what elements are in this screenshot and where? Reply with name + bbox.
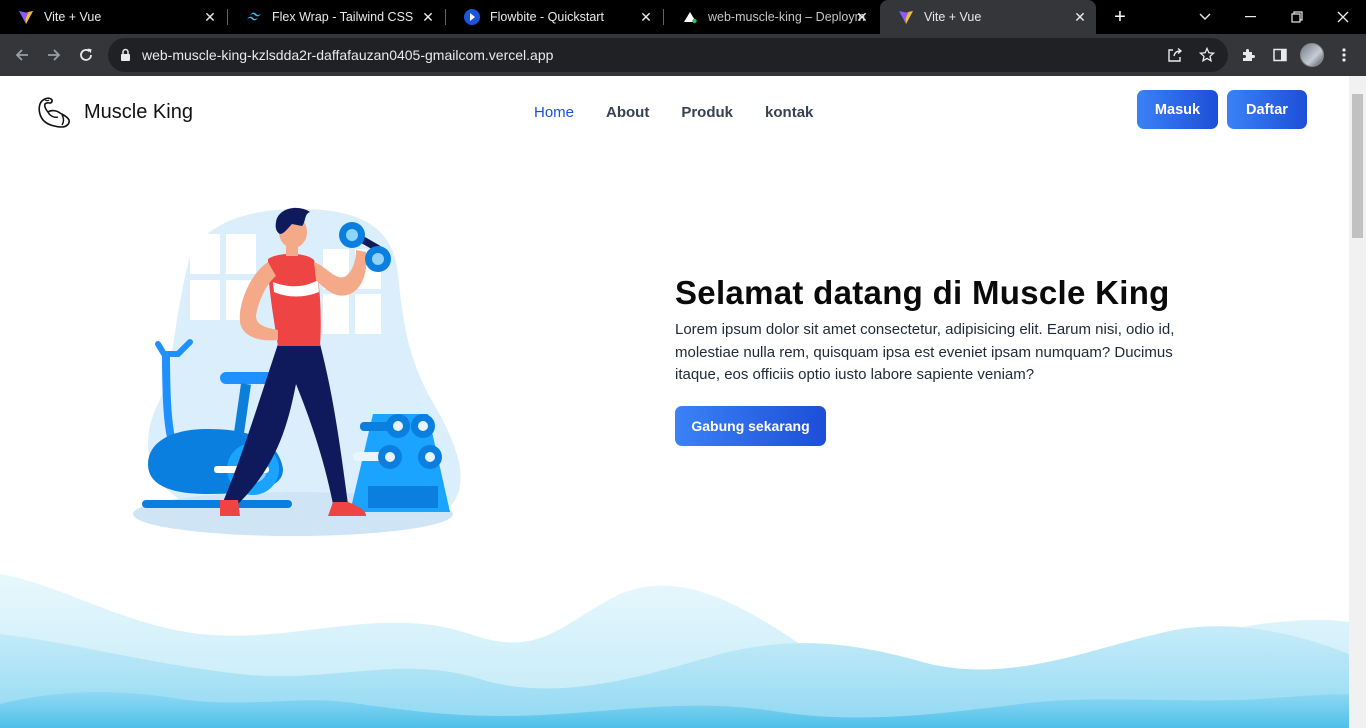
hero-title: Selamat datang di Muscle King [675,274,1170,311]
wave-decoration [0,574,1349,728]
close-tab-icon[interactable]: ✕ [420,9,436,25]
chevron-down-icon [1199,13,1211,20]
arrow-left-icon [15,49,28,61]
tailwind-icon [246,9,262,25]
nav-link-kontak[interactable]: kontak [765,104,813,121]
close-window-button[interactable] [1320,0,1366,34]
forward-button[interactable] [41,42,67,68]
star-icon[interactable] [1198,46,1216,64]
hero-description: Lorem ipsum dolor sit amet consectetur, … [675,321,1175,383]
muscle-arm-logo-icon [36,94,72,130]
main-nav: Home About Produk kontak [534,104,845,121]
side-panel-icon[interactable] [1270,45,1290,65]
tab-title: Flowbite - Quickstart [490,10,604,24]
close-tab-icon[interactable]: ✕ [638,9,654,25]
arrow-right-icon [48,49,61,61]
vercel-icon [682,9,698,25]
reload-button[interactable] [73,42,99,68]
tab-title: Vite + Vue [924,10,982,24]
join-now-button[interactable]: Gabung sekarang [675,406,826,446]
tab-title: Flex Wrap - Tailwind CSS [272,10,414,24]
tab-title: web-muscle-king – Deploym [708,10,866,24]
url-text[interactable]: web-muscle-king-kzlsdda2r-daffafauzan040… [142,47,553,63]
brand[interactable]: Muscle King [36,94,193,130]
extensions-icon[interactable] [1238,45,1258,65]
profile-avatar[interactable] [1300,43,1324,67]
restore-button[interactable] [1274,0,1320,34]
share-icon[interactable] [1166,46,1184,64]
tab-search-button[interactable] [1182,0,1228,34]
new-tab-button[interactable]: + [1108,5,1132,29]
close-tab-icon[interactable]: ✕ [202,9,218,25]
brand-name: Muscle King [84,100,193,123]
address-bar[interactable]: web-muscle-king-kzlsdda2r-daffafauzan040… [108,38,1228,72]
minimize-icon [1245,16,1256,18]
browser-tab[interactable]: web-muscle-king – Deploym ✕ [664,0,878,34]
minimize-button[interactable] [1228,0,1274,34]
register-button[interactable]: Daftar [1227,90,1307,129]
browser-toolbar: web-muscle-king-kzlsdda2r-daffafauzan040… [0,34,1366,76]
vite-icon [18,9,34,25]
tab-title: Vite + Vue [44,10,102,24]
lock-icon[interactable] [120,48,131,66]
browser-tab[interactable]: Vite + Vue ✕ [0,0,226,34]
tab-strip: Vite + Vue ✕ Flex Wrap - Tailwind CSS ✕ … [0,0,1366,34]
browser-tab-active[interactable]: Vite + Vue ✕ [880,0,1096,34]
close-icon [1337,11,1349,23]
menu-icon[interactable] [1334,45,1354,65]
login-button[interactable]: Masuk [1137,90,1218,129]
gym-illustration [133,207,461,536]
flowbite-icon [464,9,480,25]
browser-tab[interactable]: Flex Wrap - Tailwind CSS ✕ [228,0,444,34]
nav-link-produk[interactable]: Produk [681,104,733,121]
nav-link-home[interactable]: Home [534,104,574,121]
close-tab-icon[interactable]: ✕ [1072,9,1088,25]
restore-icon [1291,11,1303,23]
scrollbar[interactable] [1349,76,1366,728]
browser-tab[interactable]: Flowbite - Quickstart ✕ [446,0,662,34]
web-page: Muscle King Home About Produk kontak Mas… [0,76,1349,728]
scrollbar-thumb[interactable] [1352,94,1363,238]
back-button[interactable] [9,42,35,68]
vite-icon [898,9,914,25]
close-tab-icon[interactable]: ✕ [854,9,870,25]
nav-link-about[interactable]: About [606,104,649,121]
reload-icon [80,48,92,61]
